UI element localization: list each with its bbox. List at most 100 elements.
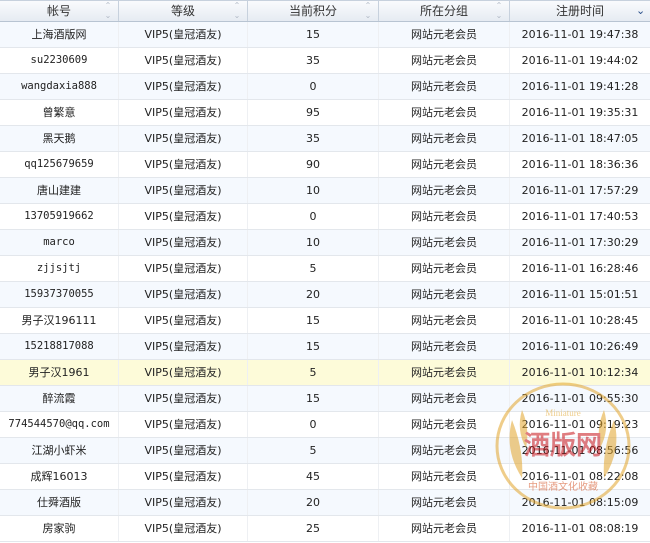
account-cell: 15218817088 [0, 334, 119, 359]
time-cell: 2016-11-01 19:44:02 [521, 54, 639, 67]
time-cell: 2016-11-01 10:12:34 [521, 366, 639, 379]
group-cell: 网站元老会员 [379, 230, 510, 255]
time-cell: 2016-11-01 10:26:49 [521, 340, 639, 353]
table-row[interactable]: 上海酒版网 VIP5(皇冠酒友) 15 网站元老会员 2016-11-01 19:47:… [0, 22, 650, 48]
table-row[interactable]: 15218817088 VIP5(皇冠酒友) 15 网站元老会员 2016-11-01 … [0, 334, 650, 360]
account-cell: 江湖小虾米 [0, 438, 119, 463]
group-cell: 网站元老会员 [379, 386, 510, 411]
account-cell: 男子汉196111 [0, 308, 119, 333]
sort-icon: ⌃ ⌄ [495, 1, 503, 20]
table-row[interactable]: 774544570@qq.com VIP5(皇冠酒友) 0 网站元老会员 2016-11… [0, 412, 650, 438]
points-cell: 0 [248, 204, 379, 229]
time-cell: 2016-11-01 18:36:36 [521, 158, 639, 171]
account-cell: 774544570@qq.com [0, 412, 119, 437]
column-header-group[interactable]: 所在分组 ⌃ ⌄ [379, 1, 510, 21]
column-header-account[interactable]: 帐号 ⌃ ⌄ [0, 1, 119, 21]
points-cell: 5 [248, 256, 379, 281]
points-cell: 25 [248, 516, 379, 541]
account-cell: 醉流霞 [0, 386, 119, 411]
header-label: 当前积分 [288, 4, 337, 18]
column-header-register-time[interactable]: 注册时间 ⌄ [510, 1, 650, 21]
account-cell: qq125679659 [0, 152, 119, 177]
points-cell: 95 [248, 100, 379, 125]
table-row[interactable]: 13705919662 VIP5(皇冠酒友) 0 网站元老会员 2016-11-01 1… [0, 204, 650, 230]
points-cell: 15 [248, 308, 379, 333]
level-cell: VIP5(皇冠酒友) [119, 412, 248, 437]
level-cell: VIP5(皇冠酒友) [119, 308, 248, 333]
account-cell: 房家驹 [0, 516, 119, 541]
level-cell: VIP5(皇冠酒友) [119, 152, 248, 177]
points-cell: 20 [248, 490, 379, 515]
time-cell: 2016-11-01 19:41:28 [521, 80, 639, 93]
level-cell: VIP5(皇冠酒友) [119, 360, 248, 385]
level-cell: VIP5(皇冠酒友) [119, 126, 248, 151]
level-cell: VIP5(皇冠酒友) [119, 256, 248, 281]
group-cell: 网站元老会员 [379, 22, 510, 47]
table-row[interactable]: 男子汉1961 VIP5(皇冠酒友) 5 网站元老会员 2016-11-01 10:12… [0, 360, 650, 386]
points-cell: 0 [248, 412, 379, 437]
level-cell: VIP5(皇冠酒友) [119, 178, 248, 203]
time-cell: 2016-11-01 09:55:30 [521, 392, 639, 405]
level-cell: VIP5(皇冠酒友) [119, 282, 248, 307]
table-row[interactable]: marco VIP5(皇冠酒友) 10 网站元老会员 2016-11-01 17:30:… [0, 230, 650, 256]
table-row[interactable]: 曾繁意 VIP5(皇冠酒友) 95 网站元老会员 2016-11-01 19:35:31 [0, 100, 650, 126]
account-cell: zjjsjtj [0, 256, 119, 281]
level-cell: VIP5(皇冠酒友) [119, 48, 248, 73]
time-cell: 2016-11-01 19:47:38 [521, 28, 639, 41]
table-row[interactable]: 江湖小虾米 VIP5(皇冠酒友) 5 网站元老会员 2016-11-01 08:56:5… [0, 438, 650, 464]
table-row[interactable]: 15937370055 VIP5(皇冠酒友) 20 网站元老会员 2016-11-01 … [0, 282, 650, 308]
points-cell: 35 [248, 48, 379, 73]
header-label: 帐号 [46, 4, 71, 18]
account-cell: 曾繁意 [0, 100, 119, 125]
time-cell: 2016-11-01 08:56:56 [521, 444, 639, 457]
column-header-level[interactable]: 等级 ⌃ ⌄ [119, 1, 248, 21]
points-cell: 35 [248, 126, 379, 151]
table-row[interactable]: 醉流霞 VIP5(皇冠酒友) 15 网站元老会员 2016-11-01 09:55:30 [0, 386, 650, 412]
group-cell: 网站元老会员 [379, 152, 510, 177]
column-header-points[interactable]: 当前积分 ⌃ ⌄ [248, 1, 379, 21]
points-cell: 10 [248, 178, 379, 203]
account-cell: su2230609 [0, 48, 119, 73]
time-cell: 2016-11-01 19:35:31 [521, 106, 639, 119]
table-row[interactable]: wangdaxia888 VIP5(皇冠酒友) 0 网站元老会员 2016-11-01 … [0, 74, 650, 100]
time-cell: 2016-11-01 08:15:09 [521, 496, 639, 509]
time-cell: 2016-11-01 18:47:05 [521, 132, 639, 145]
group-cell: 网站元老会员 [379, 178, 510, 203]
table-row[interactable]: su2230609 VIP5(皇冠酒友) 35 网站元老会员 2016-11-01 19… [0, 48, 650, 74]
group-cell: 网站元老会员 [379, 412, 510, 437]
account-cell: 男子汉1961 [0, 360, 119, 385]
group-cell: 网站元老会员 [379, 256, 510, 281]
level-cell: VIP5(皇冠酒友) [119, 74, 248, 99]
account-cell: wangdaxia888 [0, 74, 119, 99]
time-cell: 2016-11-01 09:19:23 [521, 418, 639, 431]
table-row[interactable]: qq125679659 VIP5(皇冠酒友) 90 网站元老会员 2016-11-01 … [0, 152, 650, 178]
group-cell: 网站元老会员 [379, 360, 510, 385]
group-cell: 网站元老会员 [379, 204, 510, 229]
level-cell: VIP5(皇冠酒友) [119, 230, 248, 255]
time-cell: 2016-11-01 15:01:51 [521, 288, 639, 301]
header-label: 注册时间 [555, 4, 604, 18]
points-cell: 0 [248, 74, 379, 99]
member-table: 帐号 ⌃ ⌄ 等级 ⌃ ⌄ 当前积分 ⌃ ⌄ 所在分组 ⌃ ⌄ 注册时间 ⌄ 上海酒版网 VIP5(… [0, 0, 650, 542]
level-cell: VIP5(皇冠酒友) [119, 516, 248, 541]
level-cell: VIP5(皇冠酒友) [119, 22, 248, 47]
table-row[interactable]: 男子汉196111 VIP5(皇冠酒友) 15 网站元老会员 2016-11-01 10… [0, 308, 650, 334]
header-label: 等级 [170, 4, 195, 18]
level-cell: VIP5(皇冠酒友) [119, 438, 248, 463]
table-row[interactable]: 仕舜酒版 VIP5(皇冠酒友) 20 网站元老会员 2016-11-01 08:15:0… [0, 490, 650, 516]
table-row[interactable]: 唐山建建 VIP5(皇冠酒友) 10 网站元老会员 2016-11-01 17:57:2… [0, 178, 650, 204]
time-cell: 2016-11-01 17:40:53 [521, 210, 639, 223]
level-cell: VIP5(皇冠酒友) [119, 386, 248, 411]
account-cell: 唐山建建 [0, 178, 119, 203]
account-cell: marco [0, 230, 119, 255]
table-row[interactable]: 成辉16013 VIP5(皇冠酒友) 45 网站元老会员 2016-11-01 08:2… [0, 464, 650, 490]
level-cell: VIP5(皇冠酒友) [119, 100, 248, 125]
sort-icon: ⌃ ⌄ [233, 1, 241, 20]
level-cell: VIP5(皇冠酒友) [119, 204, 248, 229]
table-row[interactable]: 黑天鹅 VIP5(皇冠酒友) 35 网站元老会员 2016-11-01 18:47:05 [0, 126, 650, 152]
group-cell: 网站元老会员 [379, 126, 510, 151]
sort-desc-icon: ⌄ [636, 4, 646, 17]
table-row[interactable]: zjjsjtj VIP5(皇冠酒友) 5 网站元老会员 2016-11-01 16:28… [0, 256, 650, 282]
header-label: 所在分组 [419, 4, 468, 18]
table-row[interactable]: 房家驹 VIP5(皇冠酒友) 25 网站元老会员 2016-11-01 08:08:19 [0, 516, 650, 542]
